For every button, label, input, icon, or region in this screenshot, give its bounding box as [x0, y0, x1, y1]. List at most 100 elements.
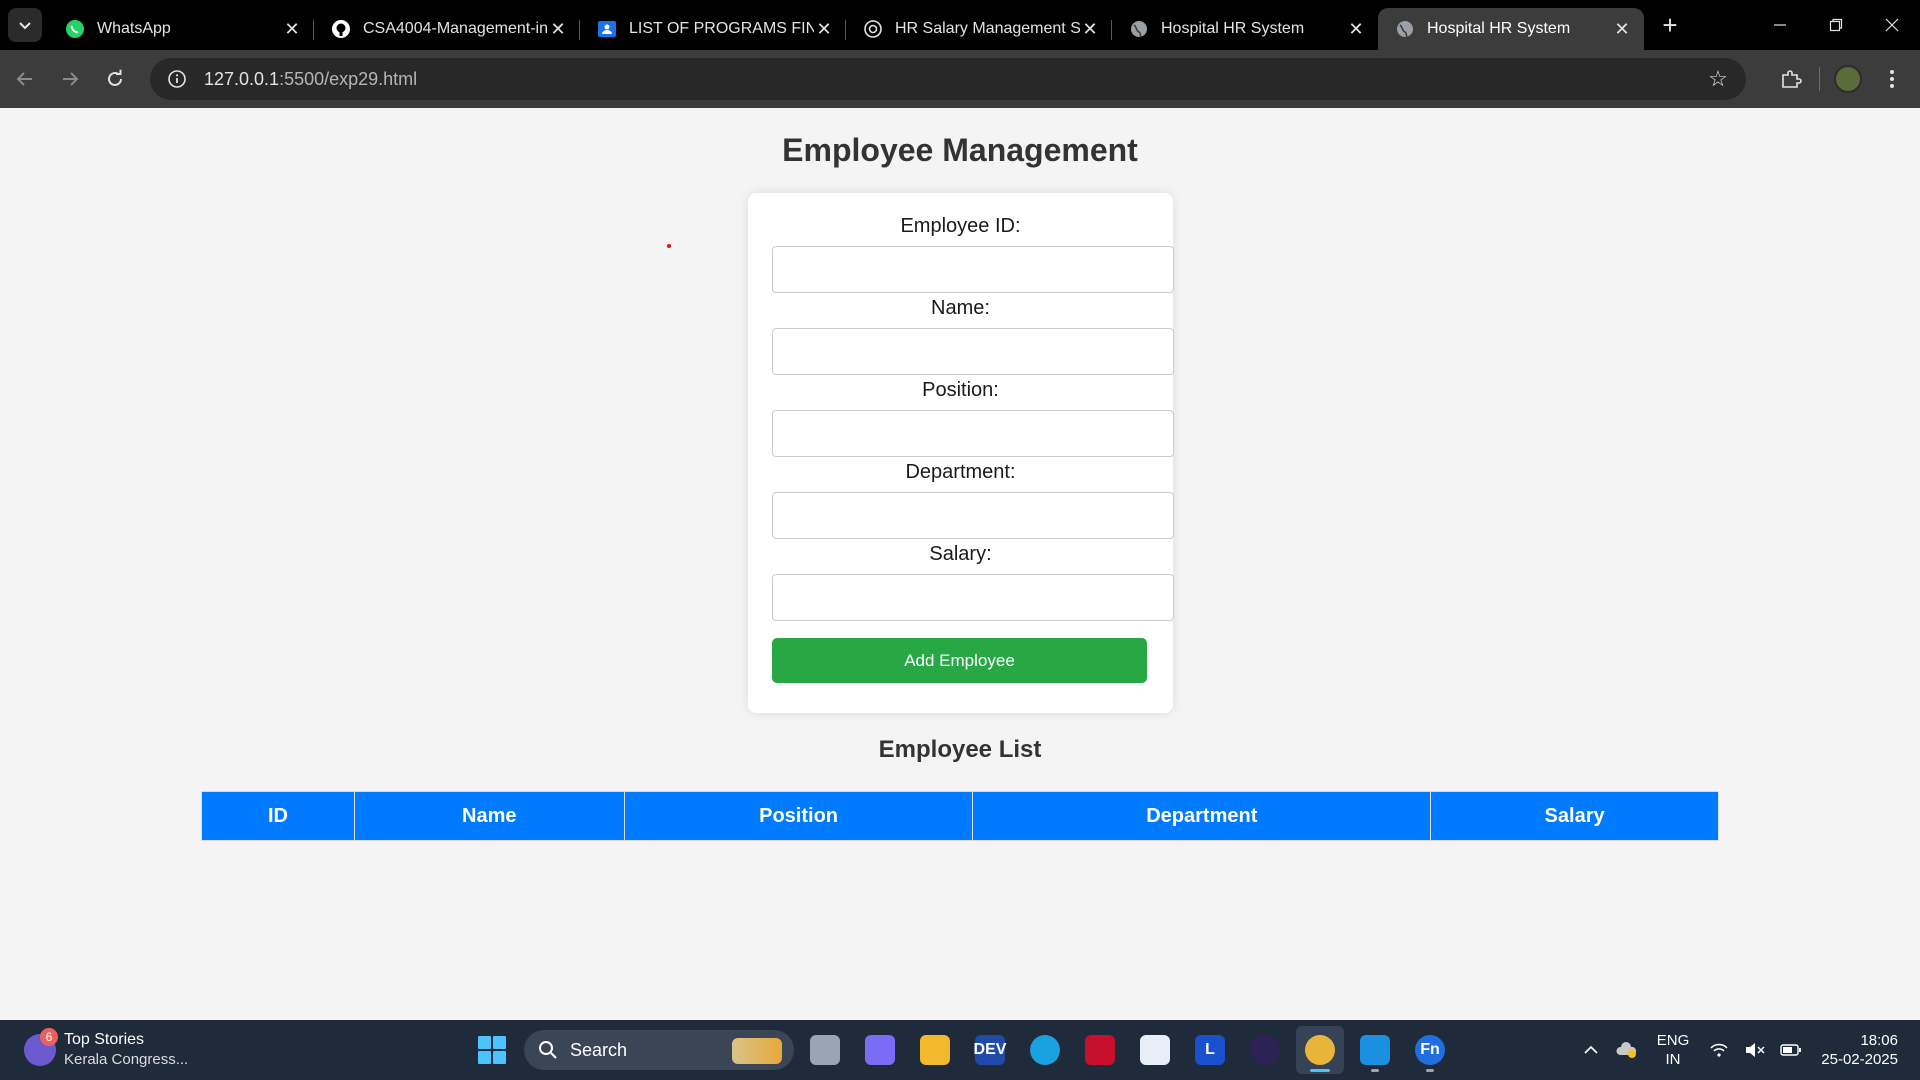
extensions-button[interactable] [1769, 57, 1813, 101]
close-icon[interactable]: ✕ [282, 19, 302, 39]
address-bar[interactable]: 127.0.0.1:5500/exp29.html ☆ [150, 58, 1746, 100]
toolbar-actions [1769, 50, 1920, 108]
tab-title: LIST OF PROGRAMS FINAL [629, 20, 814, 37]
github-icon [331, 19, 351, 39]
tab[interactable]: LIST OF PROGRAMS FINAL✕ [580, 8, 846, 50]
arrow-left-icon [16, 72, 32, 86]
profile-button[interactable] [1826, 57, 1870, 101]
browser-toolbar: 127.0.0.1:5500/exp29.html ☆ [0, 50, 1920, 108]
windows-logo-tile [478, 1036, 491, 1049]
globe-icon [1129, 19, 1149, 39]
menu-button[interactable] [1870, 57, 1914, 101]
task-view-taskbar-button[interactable] [801, 1026, 849, 1074]
tab[interactable]: CSA4004-Management-inf ✕ [314, 8, 580, 50]
column-header-position: Position [623, 791, 974, 841]
vscode-taskbar-button[interactable] [1351, 1026, 1399, 1074]
tab-search-button[interactable] [8, 8, 42, 42]
windows-logo-tile [493, 1051, 506, 1064]
start-button[interactable] [470, 1028, 514, 1072]
search-highlight-image [732, 1038, 782, 1064]
close-icon[interactable]: ✕ [548, 19, 568, 39]
fn-app-taskbar-button[interactable]: Fn [1406, 1026, 1454, 1074]
widgets-button[interactable]: 6 Top Stories Kerala Congress... [24, 1028, 188, 1072]
chevron-down-icon [19, 22, 31, 30]
position-label: Position: [922, 379, 999, 401]
name-input[interactable] [772, 328, 1174, 375]
windows-logo-tile [478, 1051, 491, 1064]
speaker-muted-icon[interactable] [1740, 1035, 1770, 1065]
close-window-button[interactable] [1864, 0, 1920, 50]
reload-icon [108, 69, 122, 86]
chrome-taskbar-button[interactable] [1296, 1026, 1344, 1074]
wifi-icon[interactable] [1704, 1035, 1734, 1065]
windows-logo-tile [493, 1036, 506, 1049]
employee-id-input[interactable] [772, 246, 1174, 293]
mcafee-taskbar-button[interactable] [1076, 1026, 1124, 1074]
edge-icon [1030, 1035, 1060, 1065]
close-icon[interactable]: ✕ [1080, 19, 1100, 39]
search-label: Search [570, 1039, 628, 1060]
dev-home-icon: DEV [974, 1035, 1006, 1065]
employee-table: ID Name Position Department Salary [201, 791, 1719, 841]
clock[interactable]: 18:06 25-02-2025 [1821, 1031, 1898, 1069]
edge-taskbar-button[interactable] [1021, 1026, 1069, 1074]
l-app-taskbar-button[interactable]: L [1186, 1026, 1234, 1074]
taskbar: 6 Top Stories Kerala Congress... Search … [0, 1020, 1920, 1080]
page-content: Employee Management Employee ID: Name: P… [0, 108, 1920, 1020]
employee-form: Employee ID: Name: Position: Department:… [748, 193, 1174, 713]
new-tab-button[interactable]: + [1652, 7, 1688, 43]
widget-subtitle: Kerala Congress... [64, 1051, 189, 1068]
copilot-taskbar-button[interactable] [856, 1026, 904, 1074]
microsoft-store-taskbar-button[interactable] [1131, 1026, 1179, 1074]
restore-icon [1829, 18, 1843, 32]
fn-app-icon: Fn [1415, 1035, 1445, 1065]
eclipse-taskbar-button[interactable] [1241, 1026, 1289, 1074]
battery-icon[interactable] [1776, 1035, 1806, 1065]
minimize-button[interactable] [1752, 0, 1808, 50]
stray-dot [667, 244, 671, 248]
dev-home-taskbar-button[interactable]: DEV [966, 1026, 1014, 1074]
tab[interactable]: Hospital HR System ✕ [1112, 8, 1378, 50]
taskbar-search[interactable]: Search [524, 1030, 794, 1070]
close-icon[interactable]: ✕ [814, 19, 834, 39]
tab[interactable]: HR Salary Management Sy ✕ [846, 8, 1112, 50]
running-indicator [1426, 1069, 1434, 1072]
more-vert-icon [1890, 70, 1894, 88]
puzzle-icon [1782, 70, 1802, 88]
copilot-icon [865, 1035, 895, 1065]
task-view-icon [810, 1035, 840, 1065]
reload-button[interactable] [95, 59, 135, 99]
tab[interactable]: WhatsApp ✕ [48, 8, 314, 50]
taskbar-apps: Search DEV L Fn [470, 1026, 1454, 1074]
forward-button[interactable] [50, 59, 90, 99]
close-icon[interactable]: ✕ [1346, 19, 1366, 39]
close-icon[interactable]: ✕ [1612, 19, 1632, 39]
department-input[interactable] [772, 492, 1174, 539]
salary-input[interactable] [772, 574, 1174, 621]
running-indicator [1371, 1069, 1379, 1072]
site-info-icon[interactable] [164, 66, 190, 92]
clock-date: 25-02-2025 [1821, 1051, 1898, 1068]
notification-badge: 6 [40, 1028, 58, 1046]
vscode-icon [1360, 1035, 1390, 1065]
add-employee-button[interactable]: Add Employee [772, 638, 1147, 683]
input-language[interactable]: ENG IN [1657, 1031, 1690, 1069]
position-input[interactable] [772, 410, 1174, 457]
search-icon [539, 1041, 557, 1059]
back-button[interactable] [5, 59, 45, 99]
globe-icon [1395, 19, 1415, 39]
tab-active[interactable]: Hospital HR System ✕ [1378, 8, 1644, 50]
pinned-apps: DEV L Fn [794, 1026, 1454, 1074]
file-explorer-taskbar-button[interactable] [911, 1026, 959, 1074]
tab-title: HR Salary Management Sy [895, 20, 1080, 37]
bookmark-star-icon[interactable]: ☆ [1706, 66, 1730, 91]
microsoft-store-icon [1140, 1035, 1170, 1065]
restore-button[interactable] [1808, 0, 1864, 50]
l-app-icon: L [1195, 1035, 1225, 1065]
column-header-department: Department [972, 791, 1432, 841]
tab-list: WhatsApp ✕ CSA4004-Management-inf ✕ LIST OF … [48, 0, 1644, 50]
chevron-up-icon[interactable] [1576, 1035, 1606, 1065]
department-label: Department: [905, 461, 1016, 483]
file-explorer-icon [920, 1035, 950, 1065]
onedrive-warning-icon[interactable] [1612, 1035, 1642, 1065]
